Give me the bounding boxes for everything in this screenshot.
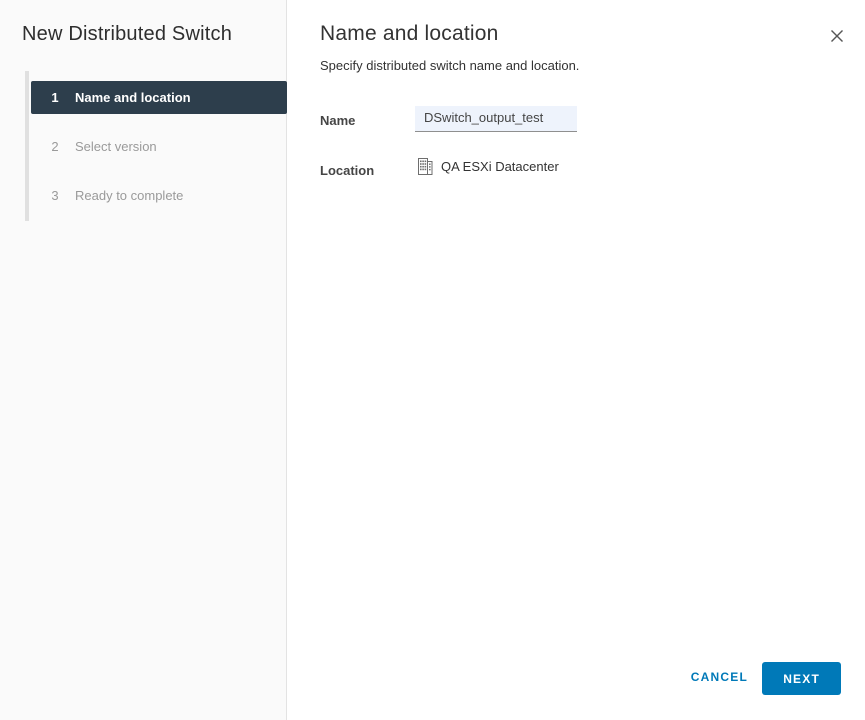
location-value: QA ESXi Datacenter	[441, 159, 559, 174]
location-field-label: Location	[320, 163, 374, 178]
wizard-sidebar: New Distributed Switch 1 Name and locati…	[0, 0, 287, 720]
step-number: 1	[47, 90, 63, 105]
next-button[interactable]: NEXT	[762, 662, 841, 695]
step-ready-to-complete[interactable]: 3 Ready to complete	[31, 179, 287, 212]
step-label: Name and location	[75, 90, 191, 105]
step-select-version[interactable]: 2 Select version	[31, 130, 287, 163]
name-field-label: Name	[320, 113, 355, 128]
cancel-button[interactable]: CANCEL	[691, 670, 748, 684]
step-number: 2	[47, 139, 63, 154]
datacenter-icon	[418, 158, 433, 175]
page-description: Specify distributed switch name and loca…	[320, 58, 579, 73]
step-number: 3	[47, 188, 63, 203]
wizard-content-panel: Name and location Specify distributed sw…	[288, 0, 865, 720]
wizard-title: New Distributed Switch	[22, 23, 232, 46]
new-distributed-switch-dialog: New Distributed Switch 1 Name and locati…	[0, 0, 865, 720]
switch-name-input[interactable]	[415, 106, 577, 132]
close-button[interactable]	[826, 25, 848, 47]
step-label: Ready to complete	[75, 188, 183, 203]
close-icon	[829, 28, 845, 44]
page-title: Name and location	[320, 22, 499, 46]
location-value-row: QA ESXi Datacenter	[418, 158, 559, 175]
step-label: Select version	[75, 139, 157, 154]
step-name-and-location[interactable]: 1 Name and location	[31, 81, 287, 114]
step-track-line	[25, 71, 29, 221]
